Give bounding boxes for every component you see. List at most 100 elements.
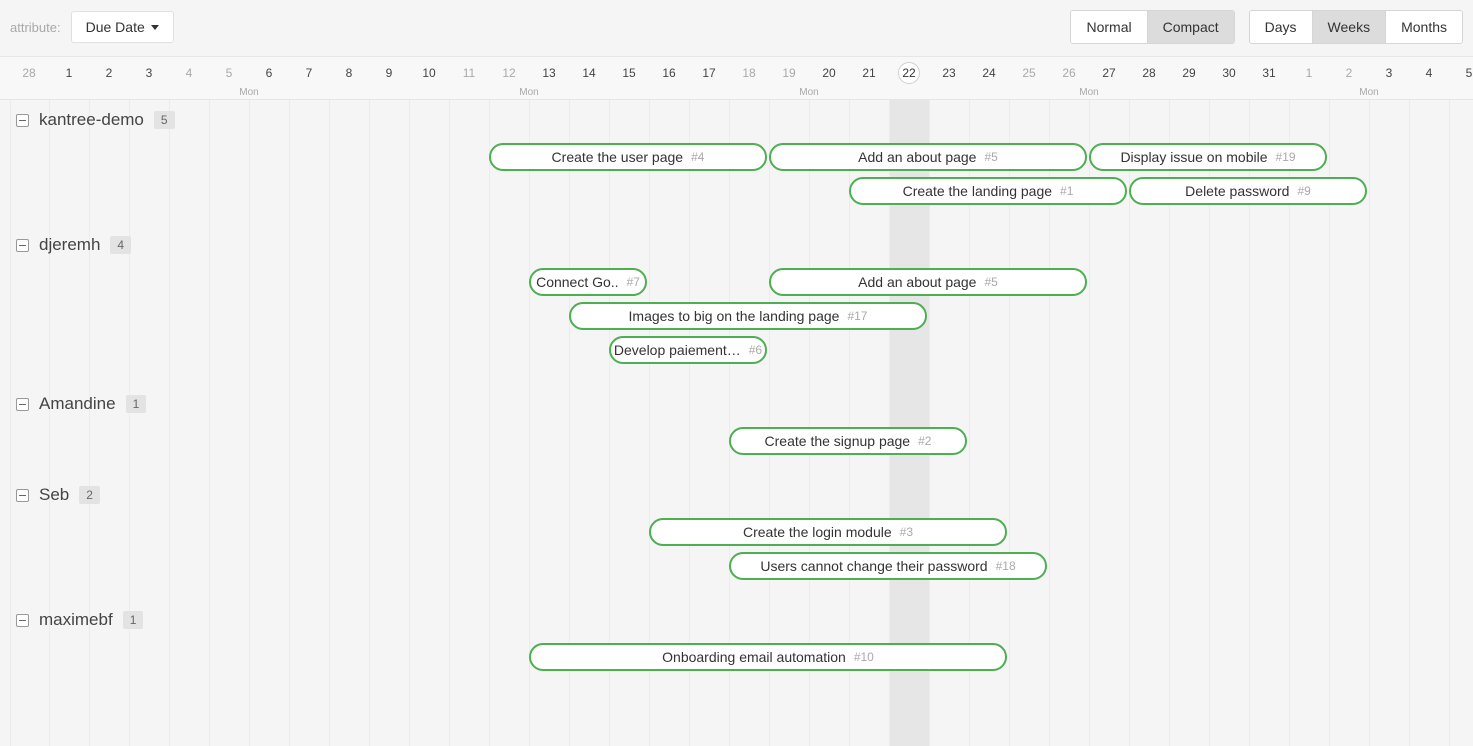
group-count-badge: 5: [154, 111, 175, 129]
grid-vertical-line: [369, 100, 370, 746]
grid-left-edge: [10, 100, 11, 746]
collapse-icon[interactable]: [16, 398, 29, 411]
task-id: #4: [691, 150, 704, 164]
task-title: Create the landing page: [903, 183, 1052, 199]
minus-icon: [19, 620, 26, 621]
collapse-icon[interactable]: [16, 239, 29, 252]
task-title: Create the login module: [743, 524, 892, 540]
minus-icon: [19, 120, 26, 121]
timeline-tick: 16: [662, 57, 675, 89]
timeline-tick: 17: [702, 57, 715, 89]
grid-vertical-line: [1409, 100, 1410, 746]
weeks-button[interactable]: Weeks: [1313, 11, 1387, 43]
task-bar[interactable]: Users cannot change their password#18: [729, 552, 1047, 580]
collapse-icon[interactable]: [16, 114, 29, 127]
attribute-value: Due Date: [86, 19, 145, 35]
task-bar[interactable]: Display issue on mobile#19: [1089, 143, 1327, 171]
timeline-tick: 11: [463, 57, 475, 89]
task-title: Connect Go..: [536, 274, 619, 290]
attribute-dropdown[interactable]: Due Date: [71, 11, 174, 43]
group-header: Amandine1: [16, 394, 146, 414]
task-title: Add an about page: [858, 274, 976, 290]
timeline-tick: 23: [942, 57, 955, 89]
normal-button[interactable]: Normal: [1071, 11, 1147, 43]
task-bar[interactable]: Create the signup page#2: [729, 427, 967, 455]
grid-vertical-line: [1369, 100, 1370, 746]
group-name[interactable]: kantree-demo: [39, 110, 144, 130]
timeline-tick: 6: [266, 57, 273, 89]
task-bar[interactable]: Onboarding email automation#10: [529, 643, 1007, 671]
timeline-tick: 12: [502, 57, 515, 89]
monday-label: Mon: [1359, 87, 1378, 98]
task-bar[interactable]: Develop paiement…#6: [609, 336, 767, 364]
collapse-icon[interactable]: [16, 489, 29, 502]
group-header: kantree-demo 5: [16, 110, 175, 130]
task-bar[interactable]: Add an about page#5: [769, 143, 1087, 171]
toolbar-right: NormalCompact DaysWeeksMonths: [1070, 10, 1463, 44]
monday-label: Mon: [519, 87, 538, 98]
range-button-group: DaysWeeksMonths: [1249, 10, 1463, 44]
caret-down-icon: [151, 25, 159, 30]
timeline-tick: 26: [1062, 57, 1075, 89]
grid-vertical-line: [1449, 100, 1450, 746]
grid-vertical-line: [209, 100, 210, 746]
timeline-tick: 5: [1466, 57, 1473, 89]
group-name[interactable]: Amandine: [39, 394, 116, 414]
task-title: Delete password: [1185, 183, 1289, 199]
grid-vertical-line: [169, 100, 170, 746]
task-bar[interactable]: Create the landing page #1: [849, 177, 1127, 205]
timeline-tick: 28: [1142, 57, 1155, 89]
group-name[interactable]: djeremh: [39, 235, 100, 255]
timeline-tick: 7: [306, 57, 313, 89]
timeline-tick: 30: [1222, 57, 1235, 89]
task-bar[interactable]: Images to big on the landing page #17: [569, 302, 927, 330]
timeline-tick: 27: [1102, 57, 1115, 89]
timeline-tick: 10: [422, 57, 435, 89]
task-bar[interactable]: Add an about page#5: [769, 268, 1087, 296]
grid-vertical-line: [89, 100, 90, 746]
minus-icon: [19, 245, 26, 246]
task-id: #9: [1297, 184, 1310, 198]
timeline-tick: 13: [542, 57, 555, 89]
timeline-tick: 2: [1346, 57, 1353, 89]
timeline-tick: 22: [898, 62, 920, 84]
group-name[interactable]: maximebf: [39, 610, 113, 630]
months-button[interactable]: Months: [1386, 11, 1462, 43]
attribute-label: attribute:: [10, 20, 61, 35]
minus-icon: [19, 404, 26, 405]
task-id: #3: [900, 525, 913, 539]
monday-label: Mon: [239, 87, 258, 98]
grid-vertical-line: [409, 100, 410, 746]
timeline-tick: 15: [622, 57, 635, 89]
grid-vertical-line: [489, 100, 490, 746]
grid-vertical-line: [249, 100, 250, 746]
task-bar[interactable]: Connect Go..#7: [529, 268, 647, 296]
timeline-tick: 29: [1182, 57, 1195, 89]
task-bar[interactable]: Delete password #9: [1129, 177, 1367, 205]
monday-label: Mon: [1079, 87, 1098, 98]
task-id: #18: [996, 559, 1016, 573]
timeline-tick: 1: [66, 57, 73, 89]
grid-vertical-line: [49, 100, 50, 746]
timeline-tick: 1: [1306, 57, 1313, 89]
task-id: #1: [1060, 184, 1073, 198]
group-count-badge: 2: [79, 486, 100, 504]
timeline-tick: 8: [346, 57, 353, 89]
group-name[interactable]: Seb: [39, 485, 69, 505]
task-id: #2: [918, 434, 931, 448]
task-bar[interactable]: Create the login module #3: [649, 518, 1007, 546]
collapse-icon[interactable]: [16, 614, 29, 627]
task-title: Images to big on the landing page: [629, 308, 840, 324]
grid-vertical-line: [449, 100, 450, 746]
timeline-tick: 3: [146, 57, 153, 89]
grid-vertical-line: [289, 100, 290, 746]
days-button[interactable]: Days: [1250, 11, 1313, 43]
timeline-tick: 20: [822, 57, 835, 89]
group-header: djeremh4: [16, 235, 131, 255]
group-header: maximebf1: [16, 610, 143, 630]
task-bar[interactable]: Create the user page#4: [489, 143, 767, 171]
task-id: #17: [847, 309, 867, 323]
compact-button[interactable]: Compact: [1148, 11, 1234, 43]
grid-vertical-line: [129, 100, 130, 746]
timeline-tick: 25: [1022, 57, 1035, 89]
